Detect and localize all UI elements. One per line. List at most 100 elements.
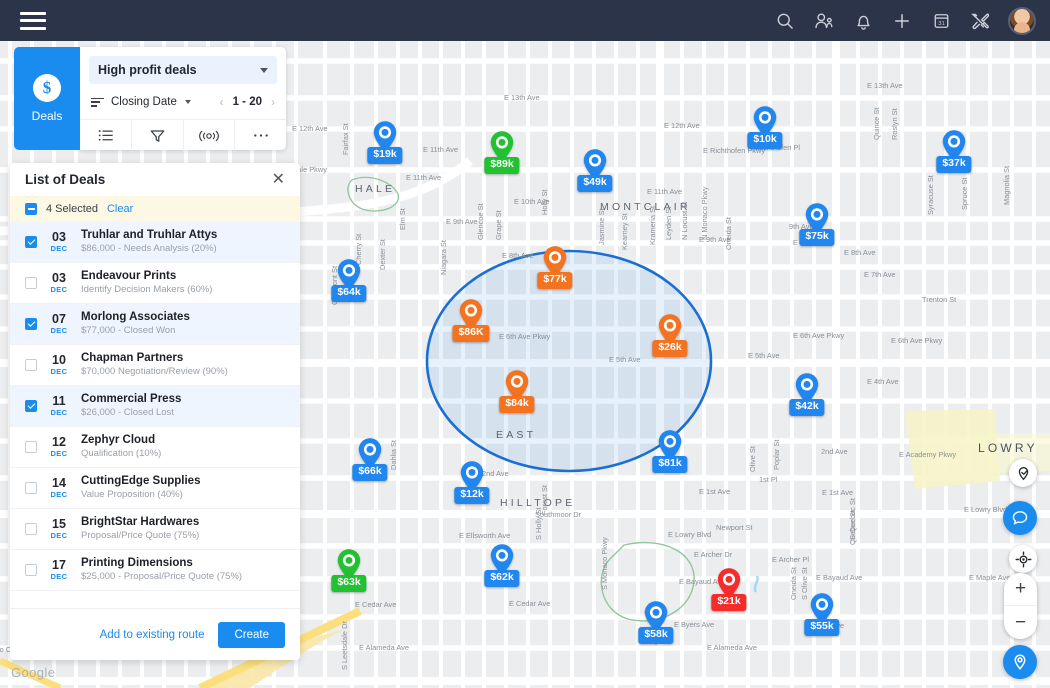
- deals-tab-label: Deals: [32, 109, 63, 123]
- map-marker-price: $58k: [638, 627, 673, 644]
- zoom-in-button[interactable]: +: [1004, 573, 1037, 606]
- search-icon[interactable]: [774, 10, 796, 32]
- deal-info: CuttingEdge SuppliesValue Proposition (4…: [81, 474, 285, 502]
- sort-icon[interactable]: [91, 98, 104, 107]
- deal-month: DEC: [47, 326, 71, 335]
- zoom-out-button[interactable]: −: [1004, 606, 1037, 639]
- notifications-icon[interactable]: [852, 10, 874, 32]
- radar-icon[interactable]: [184, 120, 236, 151]
- row-checkbox[interactable]: [25, 400, 37, 412]
- deal-info: Morlong Associates$77,000 - Closed Won: [81, 310, 285, 338]
- map-marker[interactable]: $77k: [542, 245, 568, 279]
- locate-me-icon[interactable]: [1009, 545, 1037, 573]
- map-marker-price: $49k: [577, 175, 612, 192]
- more-icon[interactable]: [235, 120, 286, 151]
- create-button[interactable]: Create: [218, 622, 285, 648]
- deal-name: CuttingEdge Supplies: [81, 474, 285, 490]
- map-marker[interactable]: $58k: [643, 600, 669, 634]
- row-checkbox[interactable]: [25, 236, 37, 248]
- chat-bubble-icon[interactable]: [1003, 501, 1037, 535]
- row-checkbox[interactable]: [25, 523, 37, 535]
- map-marker-price: $26k: [652, 340, 687, 357]
- map-marker[interactable]: $63k: [336, 548, 362, 582]
- next-page-button[interactable]: ›: [271, 95, 275, 109]
- chevron-down-icon[interactable]: [185, 100, 191, 104]
- map-marker-price: $10k: [747, 132, 782, 149]
- deals-module-tab[interactable]: $ Deals: [14, 47, 80, 150]
- row-checkbox[interactable]: [25, 441, 37, 453]
- deal-month: DEC: [47, 367, 71, 376]
- add-icon[interactable]: [891, 10, 913, 32]
- add-to-existing-route-button[interactable]: Add to existing route: [100, 629, 205, 641]
- map-marker[interactable]: $89k: [489, 130, 515, 164]
- table-row[interactable]: 07DECMorlong Associates$77,000 - Closed …: [10, 304, 300, 345]
- map-marker[interactable]: $19k: [372, 120, 398, 154]
- map-marker[interactable]: $10k: [752, 105, 778, 139]
- map-marker[interactable]: $62k: [489, 543, 515, 577]
- table-row[interactable]: 17DECPrinting Dimensions$25,000 - Propos…: [10, 550, 300, 591]
- table-row[interactable]: 14DECCuttingEdge SuppliesValue Propositi…: [10, 468, 300, 509]
- deal-name: Commercial Press: [81, 392, 285, 408]
- map-marker[interactable]: $84k: [504, 369, 530, 403]
- map-marker[interactable]: $37k: [941, 129, 967, 163]
- map-marker[interactable]: $49k: [582, 148, 608, 182]
- table-row[interactable]: 11DECCommercial Press$26,000 - Closed Lo…: [10, 386, 300, 427]
- deal-name: Printing Dimensions: [81, 556, 285, 572]
- map-marker-price: $77k: [537, 272, 572, 289]
- deal-month: DEC: [47, 408, 71, 417]
- tools-icon[interactable]: [969, 10, 991, 32]
- contacts-icon[interactable]: [813, 10, 835, 32]
- list-view-icon[interactable]: [80, 120, 132, 151]
- select-all-checkbox[interactable]: [25, 203, 37, 215]
- map-marker[interactable]: $81k: [657, 429, 683, 463]
- map-marker-price: $66k: [352, 464, 387, 481]
- row-checkbox[interactable]: [25, 564, 37, 576]
- row-checkbox[interactable]: [25, 359, 37, 371]
- map-marker[interactable]: $55k: [809, 592, 835, 626]
- map-marker[interactable]: $26k: [657, 313, 683, 347]
- calendar-icon[interactable]: 31: [930, 10, 952, 32]
- map-marker[interactable]: $42k: [794, 372, 820, 406]
- clear-selection-button[interactable]: Clear: [107, 203, 133, 215]
- map-marker[interactable]: $66k: [357, 437, 383, 471]
- view-selector[interactable]: High profit deals: [89, 56, 277, 84]
- map-marker-price: $62k: [484, 570, 519, 587]
- map-marker[interactable]: $21k: [716, 567, 742, 601]
- avatar[interactable]: [1008, 7, 1036, 35]
- crm-map-app: 31: [0, 0, 1050, 688]
- map-marker[interactable]: $64k: [336, 258, 362, 292]
- page-title: List of Deals: [25, 172, 272, 187]
- table-row[interactable]: 03DECTruhlar and Truhlar Attys$86,000 - …: [10, 222, 300, 263]
- list-panel-footer: Add to existing route Create: [10, 608, 300, 660]
- close-icon[interactable]: ✕: [272, 172, 285, 188]
- table-row[interactable]: 03DECEndeavour PrintsIdentify Decision M…: [10, 263, 300, 304]
- deal-day: 17: [47, 559, 71, 572]
- sort-label[interactable]: Closing Date: [111, 96, 177, 108]
- row-checkbox[interactable]: [25, 277, 37, 289]
- deal-stage: Proposal/Price Quote (75%): [81, 530, 285, 543]
- table-row[interactable]: 10DECChapman Partners$70,000 Negotiation…: [10, 345, 300, 386]
- deal-info: Zephyr CloudQualification (10%): [81, 433, 285, 461]
- hamburger-menu-icon[interactable]: [20, 12, 46, 30]
- table-row[interactable]: 12DEC Zephyr CloudQualification (10%): [10, 427, 300, 468]
- row-checkbox[interactable]: [25, 318, 37, 330]
- route-pin-icon[interactable]: [1009, 459, 1037, 487]
- prev-page-button[interactable]: ‹: [220, 95, 224, 109]
- place-pin-icon[interactable]: [1003, 645, 1037, 679]
- map-marker-price: $63k: [331, 575, 366, 592]
- filter-icon[interactable]: [132, 120, 184, 151]
- row-checkbox[interactable]: [25, 482, 37, 494]
- deal-day: 03: [47, 231, 71, 244]
- deal-day: 03: [47, 272, 71, 285]
- top-icon-group: 31: [774, 7, 1036, 35]
- table-row[interactable]: 15DECBrightStar HardwaresProposal/Price …: [10, 509, 300, 550]
- deal-name: BrightStar Hardwares: [81, 515, 285, 531]
- deal-day: 10: [47, 354, 71, 367]
- map-marker[interactable]: $12k: [459, 460, 485, 494]
- map-marker-price: $19k: [367, 147, 402, 164]
- map-marker-price: $89k: [484, 157, 519, 174]
- deal-stage: Identify Decision Makers (60%): [81, 284, 285, 297]
- map-marker[interactable]: $75k: [804, 202, 830, 236]
- map-marker[interactable]: $86K: [458, 298, 484, 332]
- deal-date: 12DEC: [47, 436, 71, 458]
